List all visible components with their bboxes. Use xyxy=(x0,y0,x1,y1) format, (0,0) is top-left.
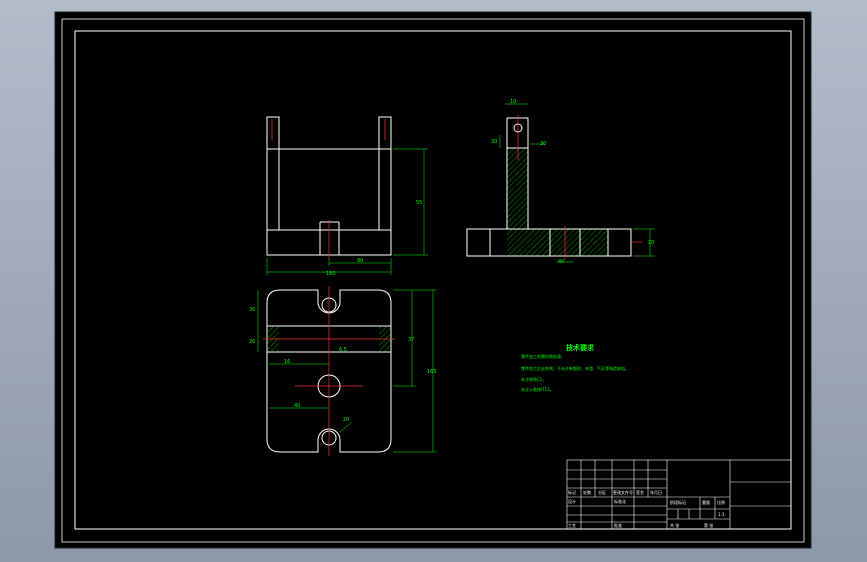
top-total-length-dim: 165 xyxy=(427,369,437,375)
top-hole-offset-dim: 16 xyxy=(284,359,290,365)
top-slot-dim: 20 xyxy=(249,339,255,345)
tb-count: 处数 xyxy=(583,489,591,495)
front-height-dim: 55 xyxy=(416,200,422,206)
side-hole-dim: 30 xyxy=(540,141,546,147)
cad-viewport: 160 80 55 10 30 30 40 20 30 20 16 37 165… xyxy=(54,11,812,549)
tb-scale-value: 1:1 xyxy=(718,512,725,517)
top-inner-length-dim: 37 xyxy=(408,337,414,343)
tb-signature: 签名 xyxy=(636,489,644,495)
tb-marking: 标记 xyxy=(568,489,576,495)
requirement-2: 零件加工后去毛刺，不允许有裂纹、夹渣、气孔等铸造缺陷。 xyxy=(521,365,629,371)
requirement-4: 未注公差按IT13。 xyxy=(521,386,554,392)
top-radius-dim: 20 xyxy=(343,417,349,423)
tb-sheet-total: 共 张 xyxy=(670,522,679,528)
side-top-width-dim: 10 xyxy=(510,99,516,105)
drawing-sheet xyxy=(54,11,812,549)
tb-zone: 分区 xyxy=(598,489,606,495)
top-lug-dim: 30 xyxy=(249,307,255,313)
front-half-width-dim: 80 xyxy=(357,258,363,264)
tb-scale: 比例 xyxy=(717,499,725,505)
requirements-title: 技术要求 xyxy=(566,343,595,352)
top-small-dim: 6.5 xyxy=(339,347,347,353)
top-half-width-dim: 40 xyxy=(294,403,300,409)
requirement-1: 零件加工前需时效处理。 xyxy=(521,353,565,359)
tb-stage-mark: 阶段标记 xyxy=(670,499,686,505)
tb-design: 设计 xyxy=(568,498,576,504)
side-base-height-dim: 20 xyxy=(648,240,654,246)
front-width-dim: 160 xyxy=(326,271,336,277)
tb-change-doc: 更改文件号 xyxy=(613,489,633,495)
side-lug-dim: 30 xyxy=(491,139,497,145)
tb-process: 工艺 xyxy=(568,523,576,528)
tb-weight: 重量 xyxy=(702,499,710,505)
side-base-width-dim: 40 xyxy=(558,259,564,265)
tb-approve: 批准 xyxy=(614,522,622,528)
tb-standardize: 标准化 xyxy=(614,498,626,504)
tb-sheet-no: 第 张 xyxy=(704,522,713,528)
tb-date: 年月日 xyxy=(650,489,662,495)
requirement-3: 未注倒角C1。 xyxy=(521,376,546,382)
